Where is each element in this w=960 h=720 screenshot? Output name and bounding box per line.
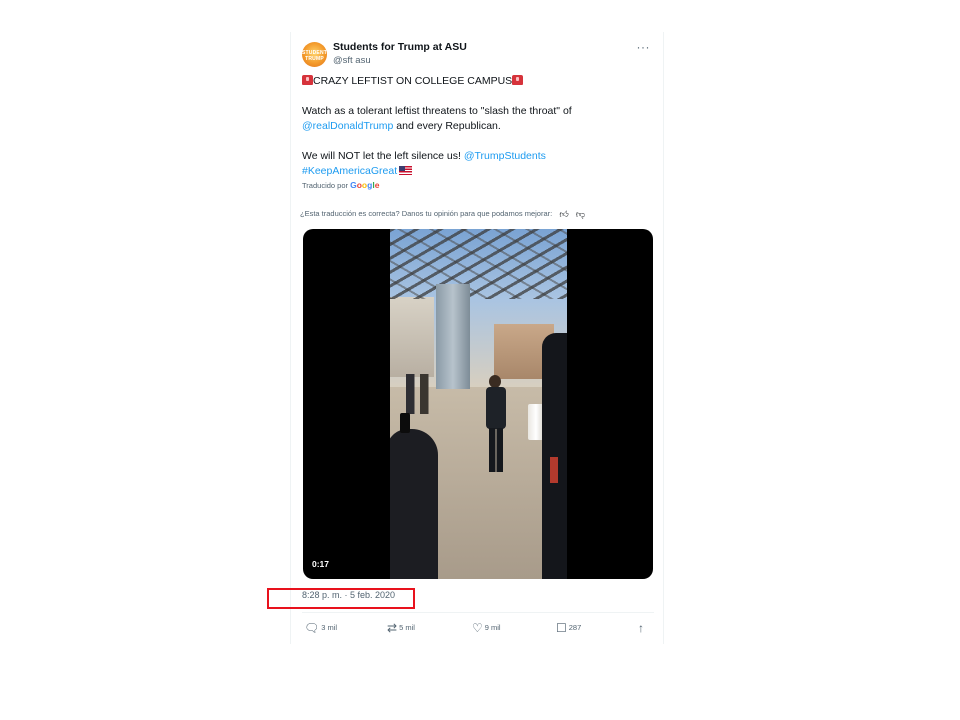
thumbs-up-icon[interactable]: 👍︎ <box>559 209 568 220</box>
mention-link-realdonaldtrump[interactable]: @realDonaldTrump <box>302 120 393 132</box>
more-options-icon[interactable]: ··· <box>637 40 651 54</box>
translated-by-google[interactable]: Traducido por Google <box>302 180 379 190</box>
tweet-line-5: #KeepAmericaGreat <box>302 164 652 179</box>
siren-emoji-icon <box>302 75 313 85</box>
hashtag-link[interactable]: #KeepAmericaGreat <box>302 165 397 177</box>
thumbs-down-icon[interactable]: 👎︎ <box>576 209 585 220</box>
video-frame <box>390 229 567 579</box>
mention-link-trumpstudents[interactable]: @TrumpStudents <box>464 150 546 162</box>
retweet-count: 5 mil <box>399 623 415 632</box>
tweet-line-4: We will NOT let the left silence us! @Tr… <box>302 149 652 164</box>
us-flag-emoji-icon <box>399 166 413 175</box>
tweet-line-3: @realDonaldTrump and every Republican. <box>302 119 652 134</box>
display-name[interactable]: Students for Trump at ASU <box>333 41 467 53</box>
page: STUDENTS TRUMP Students for Trump at ASU… <box>0 0 960 720</box>
bookmark-icon: ☐ <box>556 621 567 635</box>
retweet-icon: ⇄ <box>387 621 398 635</box>
like-button[interactable]: ♡ 9 mil <box>472 621 501 635</box>
translation-feedback: ¿Esta traducción es correcta? Danos tu o… <box>300 209 585 220</box>
reply-icon: 🗨︎ <box>304 621 320 635</box>
video-duration: 0:17 <box>312 559 330 569</box>
like-count: 9 mil <box>484 623 501 632</box>
google-logo-e: e <box>374 180 380 190</box>
user-handle[interactable]: @sft asu <box>333 55 371 66</box>
siren-emoji-icon <box>512 75 524 85</box>
tweet-line-1: CRAZY LEFTIST ON COLLEGE CAMPUS <box>302 74 652 89</box>
heart-icon: ♡ <box>472 621 483 635</box>
retweet-button[interactable]: ⇄ 5 mil <box>387 621 415 635</box>
feedback-prompt: ¿Esta traducción es correcta? Danos tu o… <box>300 209 553 218</box>
reply-count: 3 mil <box>321 623 338 632</box>
tweet-line-4-text: We will NOT let the left silence us! <box>302 150 464 162</box>
tweet-header: STUDENTS TRUMP Students for Trump at ASU… <box>302 40 654 70</box>
share-icon: ↑ <box>638 621 644 635</box>
video-person <box>484 375 508 475</box>
bookmark-count: 287 <box>568 623 582 632</box>
tweet-text: CRAZY LEFTIST ON COLLEGE CAMPUS Watch as… <box>302 74 652 179</box>
avatar[interactable]: STUDENTS TRUMP <box>302 42 327 67</box>
reply-button[interactable]: 🗨︎ 3 mil <box>304 621 337 635</box>
translated-by-label: Traducido por <box>302 181 348 190</box>
timestamp-highlight-box <box>267 588 415 609</box>
tweet-card[interactable]: STUDENTS TRUMP Students for Trump at ASU… <box>290 32 664 644</box>
bookmark-button[interactable]: ☐ 287 <box>556 621 581 635</box>
avatar-logo-text: STUDENTS TRUMP <box>302 50 327 62</box>
share-button[interactable]: ↑ <box>638 621 646 635</box>
tweet-line-3-text: and every Republican. <box>393 120 501 132</box>
google-logo-g: G <box>350 180 357 190</box>
divider <box>302 612 654 613</box>
tweet-actions: 🗨︎ 3 mil ⇄ 5 mil ♡ 9 mil ☐ 287 ↑ <box>304 621 654 637</box>
video-player[interactable]: 0:17 <box>303 229 653 579</box>
tweet-line-2: Watch as a tolerant leftist threatens to… <box>302 105 572 117</box>
tweet-headline: CRAZY LEFTIST ON COLLEGE CAMPUS <box>313 75 513 87</box>
